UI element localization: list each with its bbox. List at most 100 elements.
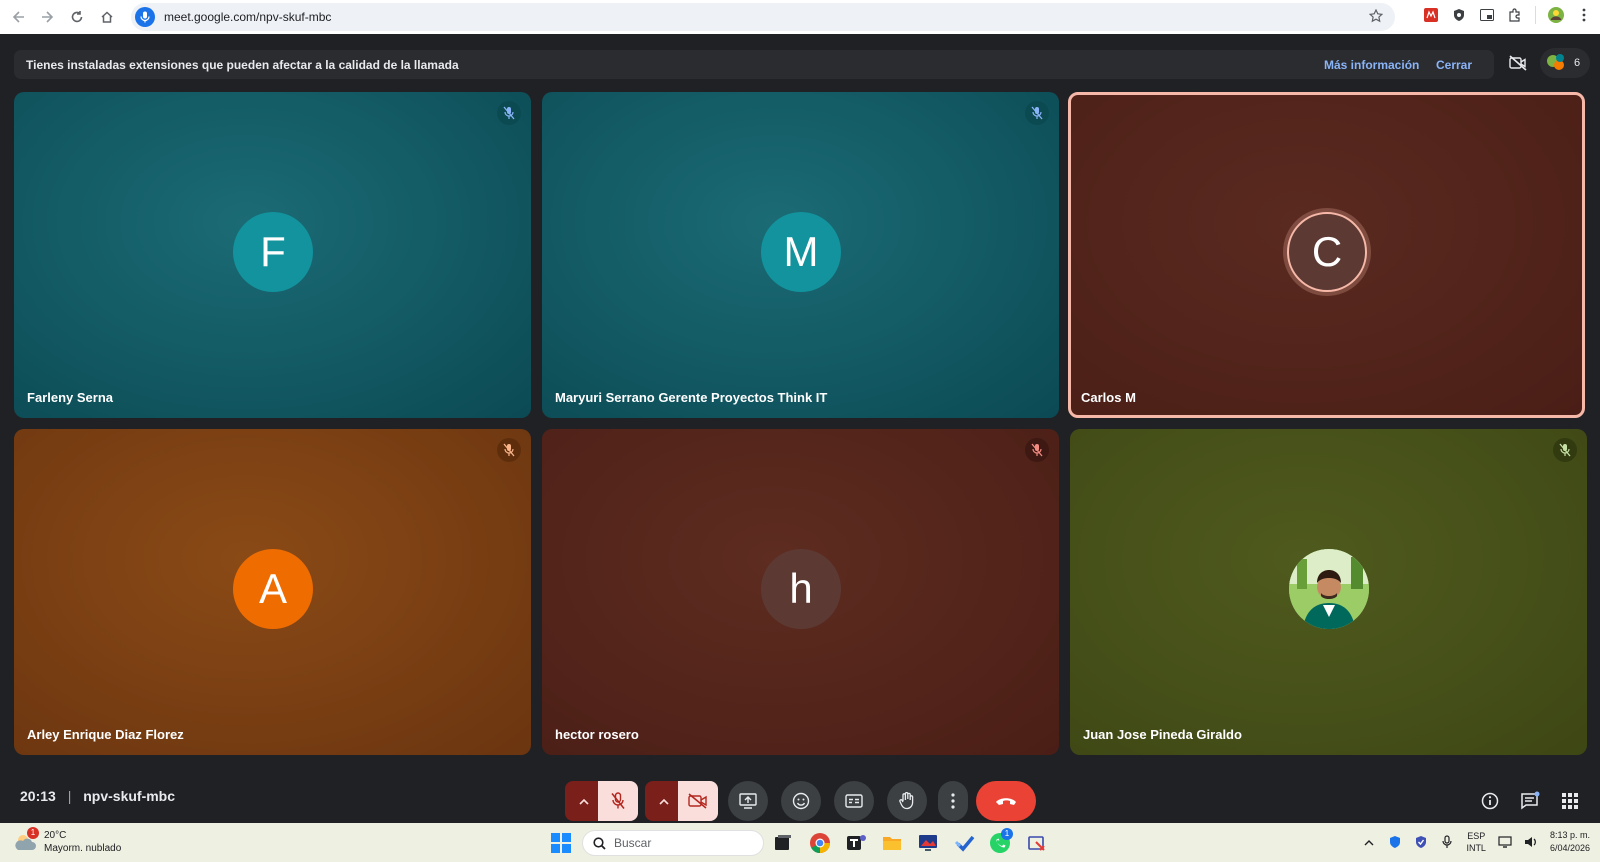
mic-off-icon xyxy=(1025,438,1049,462)
task-view-icon[interactable] xyxy=(772,832,794,854)
clock-time: 8:13 p. m. xyxy=(1549,830,1590,840)
camera-toggle-button[interactable] xyxy=(678,781,718,821)
participant-name: Maryuri Serrano Gerente Proyectos Think … xyxy=(555,390,828,405)
weather-widget[interactable]: 1 20°C Mayorm. nublado xyxy=(14,827,122,855)
picture-in-picture-icon[interactable] xyxy=(1479,7,1495,23)
meeting-time: 20:13 xyxy=(20,788,56,804)
home-icon[interactable] xyxy=(92,2,122,32)
participant-tile[interactable]: Juan Jose Pineda Giraldo xyxy=(1070,429,1587,755)
meet-main: Tienes instaladas extensiones que pueden… xyxy=(0,34,1600,823)
more-options-button[interactable] xyxy=(938,781,968,821)
microphone-toggle-button[interactable] xyxy=(598,781,638,821)
file-explorer-icon[interactable] xyxy=(881,832,903,854)
participant-tile-speaking[interactable]: C Carlos M xyxy=(1068,92,1585,418)
chevron-up-icon xyxy=(659,798,669,805)
toolbar-divider xyxy=(1535,6,1536,24)
notice-text: Tienes instaladas extensiones que pueden… xyxy=(26,57,459,72)
chat-icon[interactable] xyxy=(1518,789,1542,813)
microphone-tray-icon[interactable] xyxy=(1440,835,1454,849)
chevron-up-icon xyxy=(579,798,589,805)
back-icon[interactable] xyxy=(4,2,34,32)
present-screen-icon xyxy=(739,793,757,809)
mic-off-icon xyxy=(611,792,625,809)
leave-call-button[interactable] xyxy=(976,781,1036,821)
participant-tile[interactable]: h hector rosero xyxy=(542,429,1059,755)
close-notice-link[interactable]: Cerrar xyxy=(1436,58,1472,72)
participants-chip[interactable]: 6 xyxy=(1540,48,1590,78)
remote-desktop-icon[interactable] xyxy=(917,832,939,854)
avatar: M xyxy=(761,212,841,292)
teams-icon[interactable] xyxy=(845,832,867,854)
url-text: meet.google.com/npv-skuf-mbc xyxy=(164,10,332,24)
clock-date: 6/04/2026 xyxy=(1549,843,1590,853)
raise-hand-icon xyxy=(899,792,914,810)
browser-toolbar: meet.google.com/npv-skuf-mbc xyxy=(0,0,1600,34)
snipping-tool-icon[interactable] xyxy=(1026,832,1048,854)
whatsapp-badge: 1 xyxy=(1001,828,1013,840)
participants-count: 6 xyxy=(1574,57,1581,69)
shield-extension-icon[interactable] xyxy=(1451,7,1467,23)
participants-avatar-icon xyxy=(1547,54,1564,70)
mic-off-icon xyxy=(1553,438,1577,462)
pdf-extension-icon[interactable] xyxy=(1423,7,1439,23)
mic-off-icon xyxy=(1025,101,1049,125)
microphone-icon[interactable] xyxy=(135,7,155,27)
emoji-icon xyxy=(792,792,810,810)
profile-photo xyxy=(1289,549,1369,629)
captions-icon xyxy=(845,794,863,808)
language-code: ESP xyxy=(1467,831,1486,841)
taskbar-search[interactable]: Buscar xyxy=(582,830,764,856)
reload-icon[interactable] xyxy=(62,2,92,32)
meeting-info: 20:13 | npv-skuf-mbc xyxy=(20,788,175,804)
chrome-icon[interactable] xyxy=(809,832,831,854)
reactions-button[interactable] xyxy=(781,781,821,821)
defender-icon[interactable] xyxy=(1388,835,1402,849)
camera-off-icon[interactable] xyxy=(1504,49,1532,77)
participant-name: hector rosero xyxy=(555,727,639,742)
call-controls-bar: 20:13 | npv-skuf-mbc xyxy=(0,769,1600,823)
chevron-up-icon[interactable] xyxy=(1362,835,1376,849)
participant-name: Juan Jose Pineda Giraldo xyxy=(1083,727,1242,742)
meeting-separator: | xyxy=(67,788,72,804)
hang-up-icon xyxy=(996,798,1016,805)
camera-off-icon xyxy=(688,793,707,809)
participant-name: Farleny Serna xyxy=(27,390,113,405)
system-clock[interactable]: 8:13 p. m. 6/04/2026 xyxy=(1550,829,1590,855)
avatar: C xyxy=(1287,212,1367,292)
star-icon[interactable] xyxy=(1368,8,1384,26)
security-shield-icon[interactable] xyxy=(1414,835,1428,849)
more-vert-icon xyxy=(951,793,955,809)
participant-tile[interactable]: F Farleny Serna xyxy=(14,92,531,418)
address-bar[interactable]: meet.google.com/npv-skuf-mbc xyxy=(131,3,1395,31)
more-info-link[interactable]: Más información xyxy=(1324,58,1419,72)
meeting-details-icon[interactable] xyxy=(1478,789,1502,813)
participant-name: Arley Enrique Diaz Florez xyxy=(27,727,184,742)
forward-icon[interactable] xyxy=(32,2,62,32)
search-icon xyxy=(593,836,606,850)
windows-start-icon[interactable] xyxy=(550,832,572,854)
network-icon[interactable] xyxy=(1498,835,1512,849)
profile-avatar-icon[interactable] xyxy=(1548,7,1564,23)
present-screen-button[interactable] xyxy=(728,781,768,821)
extensions-puzzle-icon[interactable] xyxy=(1507,7,1523,23)
temperature: 20°C xyxy=(44,830,67,841)
captions-button[interactable] xyxy=(834,781,874,821)
search-placeholder: Buscar xyxy=(614,836,652,850)
meeting-code: npv-skuf-mbc xyxy=(83,788,176,804)
participant-tile[interactable]: A Arley Enrique Diaz Florez xyxy=(14,429,531,755)
volume-icon[interactable] xyxy=(1524,835,1538,849)
extensions-notice: Tienes instaladas extensiones que pueden… xyxy=(14,50,1494,79)
weather-description: Mayorm. nublado xyxy=(44,843,122,854)
activities-grid-icon[interactable] xyxy=(1558,789,1582,813)
weather-badge: 1 xyxy=(27,827,39,839)
keyboard-layout: INTL xyxy=(1466,843,1486,853)
todo-icon[interactable] xyxy=(954,832,976,854)
browser-menu-icon[interactable] xyxy=(1576,7,1592,23)
whatsapp-icon[interactable]: 1 xyxy=(989,828,1013,854)
raise-hand-button[interactable] xyxy=(887,781,927,821)
mic-off-icon xyxy=(497,438,521,462)
participant-tile[interactable]: M Maryuri Serrano Gerente Proyectos Thin… xyxy=(542,92,1059,418)
cloud-icon: 1 xyxy=(14,827,39,854)
input-language[interactable]: ESP INTL xyxy=(1466,830,1486,854)
mic-off-icon xyxy=(497,101,521,125)
